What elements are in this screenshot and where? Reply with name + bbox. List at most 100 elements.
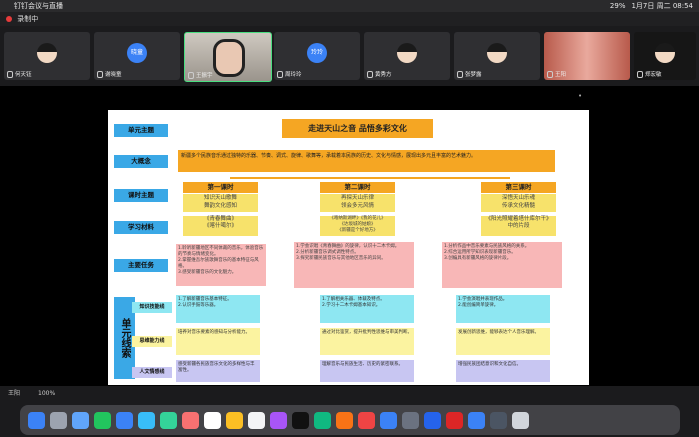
thread-humanity-1: 感受新疆各民族音乐文化的多样性与丰富性。 bbox=[176, 360, 260, 382]
avatar bbox=[37, 43, 57, 63]
meeting-status-bar: 王阳 100% bbox=[0, 386, 699, 402]
tv-icon[interactable] bbox=[292, 411, 309, 429]
concept-box: 新疆多个民族音乐通过独特的乐器、节奏、调式、旋律、歌舞等，承载着本民族的历史、文… bbox=[178, 150, 555, 172]
dingtalk-icon[interactable] bbox=[116, 411, 133, 429]
mic-icon bbox=[97, 70, 103, 78]
participant-name: 王振宇 bbox=[196, 73, 213, 79]
thread-label-humanity: 人文情感线 bbox=[132, 367, 172, 378]
word-icon[interactable] bbox=[424, 411, 441, 429]
video-feed bbox=[213, 39, 245, 77]
photos-icon[interactable] bbox=[182, 411, 199, 429]
thread-knowledge-3: 1.学会演唱并表现作品。 2.能创编简单旋律。 bbox=[456, 295, 550, 323]
safari-icon[interactable] bbox=[138, 411, 155, 429]
participant-tile[interactable]: 晓童 谢晓童 bbox=[94, 32, 180, 80]
wps-icon[interactable] bbox=[446, 411, 463, 429]
lesson-1-topic: 知识天山歌舞 舞韵文化感知 bbox=[183, 194, 258, 212]
maps-icon[interactable] bbox=[160, 411, 177, 429]
mic-icon bbox=[7, 70, 13, 78]
zoom-level[interactable]: 100% bbox=[38, 386, 55, 402]
avatar: 玲玲 bbox=[307, 43, 327, 63]
help-icon[interactable] bbox=[490, 411, 507, 429]
lesson-3-name: 第三课时 bbox=[481, 182, 556, 193]
lesson-1-material: 《青春舞曲》 《喀什噶尔》 bbox=[183, 216, 258, 236]
app-store-icon[interactable] bbox=[380, 411, 397, 429]
thread-knowledge-1: 1.了解新疆音乐基本特征。 2.认识手鼓等乐器。 bbox=[176, 295, 260, 323]
notes-icon[interactable] bbox=[226, 411, 243, 429]
clock: 1月7日 周二 08:54 bbox=[631, 2, 693, 10]
macos-dock bbox=[20, 405, 680, 435]
participant-tile[interactable]: 黄秀方 bbox=[364, 32, 450, 80]
app-name[interactable]: 钉钉会议与直播 bbox=[14, 0, 63, 12]
lesson-2-task: 1.学会识唱《青春舞曲》的旋律，认识十二木卡姆。 2.分析新疆音乐调式调性特点。… bbox=[294, 242, 414, 288]
thread-knowledge-2: 1.了解相关乐器、体裁及特点。 2.学习十二木卡姆基本知识。 bbox=[320, 295, 414, 323]
recording-label: 录制中 bbox=[17, 15, 39, 23]
pages-icon[interactable] bbox=[336, 411, 353, 429]
finder-icon[interactable] bbox=[28, 411, 45, 429]
lesson-3-task: 1.分析作品中音乐要素与民族风格的关系。 2.综合运用所学知识表现新疆音乐。 3… bbox=[442, 242, 562, 288]
mic-icon bbox=[367, 70, 373, 78]
numbers-icon[interactable] bbox=[314, 411, 331, 429]
battery-text: 29% bbox=[609, 2, 626, 10]
participant-name: 谢晓童 bbox=[105, 72, 122, 78]
participant-tile[interactable]: 王阳 bbox=[544, 32, 630, 80]
label-concept: 大概念 bbox=[114, 155, 168, 168]
participant-name: 黄秀方 bbox=[375, 72, 392, 78]
shared-slide: 单元主题 走进天山之音 品悟多彩文化 大概念 新疆多个民族音乐通过独特的乐器、节… bbox=[108, 110, 589, 385]
mic-icon bbox=[188, 71, 194, 79]
thread-thinking-1: 培养对音乐要素的感知与分析能力。 bbox=[176, 328, 260, 355]
participant-name: 何天钰 bbox=[15, 72, 32, 78]
mic-icon bbox=[277, 70, 283, 78]
zoom-app-icon[interactable] bbox=[468, 411, 485, 429]
thread-humanity-3: 增强民族团结意识和文化自信。 bbox=[456, 360, 550, 382]
label-materials: 学习材料 bbox=[114, 221, 168, 234]
thread-label-thinking: 思维能力线 bbox=[132, 336, 172, 347]
thread-humanity-2: 理解音乐与民族生活、历史的紧密联系。 bbox=[320, 360, 414, 382]
thread-label-knowledge: 知识技能线 bbox=[132, 302, 172, 313]
participant-tile-active[interactable]: 王振宇 bbox=[184, 32, 272, 82]
thread-thinking-2: 通过对比鉴赏，提升批判性思维与审美判断。 bbox=[320, 328, 414, 355]
lesson-1-name: 第一课时 bbox=[183, 182, 258, 193]
participant-strip: 何天钰 晓童 谢晓童 王振宇 玲玲 周玲玲 黄秀方 张梦露 王阳 郑宏敏 bbox=[0, 28, 699, 84]
participant-tile[interactable]: 郑宏敏 bbox=[634, 32, 696, 80]
share-toolbar[interactable]: • bbox=[578, 92, 582, 100]
participant-name: 周玲玲 bbox=[285, 72, 302, 78]
lesson-3-topic: 深悟天山乐魂 传承文化精髓 bbox=[481, 194, 556, 212]
lesson-2-topic: 再探天山乐律 领会多元风情 bbox=[320, 194, 395, 212]
avatar bbox=[655, 43, 675, 63]
mic-icon bbox=[637, 70, 643, 78]
thread-thinking-3: 发展创新思维，能够表达个人音乐理解。 bbox=[456, 328, 550, 355]
participant-name: 郑宏敏 bbox=[645, 72, 662, 78]
reminders-icon[interactable] bbox=[248, 411, 265, 429]
participant-tile[interactable]: 何天钰 bbox=[4, 32, 90, 80]
calendar-icon[interactable] bbox=[204, 411, 221, 429]
trash-icon[interactable] bbox=[512, 411, 529, 429]
settings-icon[interactable] bbox=[402, 411, 419, 429]
self-name: 王阳 bbox=[8, 390, 21, 397]
lesson-2-material: 《喀纳斯湖畔》《我的花儿》 《达坂城的姑娘》 《新疆是个好地方》 bbox=[320, 216, 395, 236]
participant-tile[interactable]: 张梦露 bbox=[454, 32, 540, 80]
wechat-icon[interactable] bbox=[94, 411, 111, 429]
lesson-1-task: 1.聆听新疆地区不同体裁的音乐，体验音乐的节奏与情绪变化。 2.掌握维吾尔族歌舞… bbox=[176, 244, 266, 286]
record-dot-icon bbox=[6, 16, 12, 22]
avatar bbox=[487, 43, 507, 63]
label-unit-theme: 单元主题 bbox=[114, 124, 168, 137]
mic-icon bbox=[457, 70, 463, 78]
lesson-2-name: 第二课时 bbox=[320, 182, 395, 193]
label-tasks: 主要任务 bbox=[114, 259, 168, 272]
podcasts-icon[interactable] bbox=[270, 411, 287, 429]
mic-icon bbox=[547, 70, 553, 78]
menu-bar: 钉钉会议与直播 29% 1月7日 周二 08:54 bbox=[0, 0, 699, 12]
avatar: 晓童 bbox=[127, 43, 147, 63]
mail-icon[interactable] bbox=[72, 411, 89, 429]
participant-name: 张梦露 bbox=[465, 72, 482, 78]
connector-line bbox=[230, 177, 510, 179]
launchpad-icon[interactable] bbox=[50, 411, 67, 429]
participant-tile[interactable]: 玲玲 周玲玲 bbox=[274, 32, 360, 80]
participant-name: 王阳 bbox=[555, 72, 567, 78]
label-lesson-theme: 课时主题 bbox=[114, 189, 168, 202]
slide-title: 走进天山之音 品悟多彩文化 bbox=[282, 119, 433, 138]
avatar bbox=[397, 43, 417, 63]
recording-indicator: 录制中 bbox=[0, 12, 699, 26]
music-icon[interactable] bbox=[358, 411, 375, 429]
lesson-3-material: 《阳光照耀着塔什库尔干》 中的片段 bbox=[481, 216, 556, 236]
